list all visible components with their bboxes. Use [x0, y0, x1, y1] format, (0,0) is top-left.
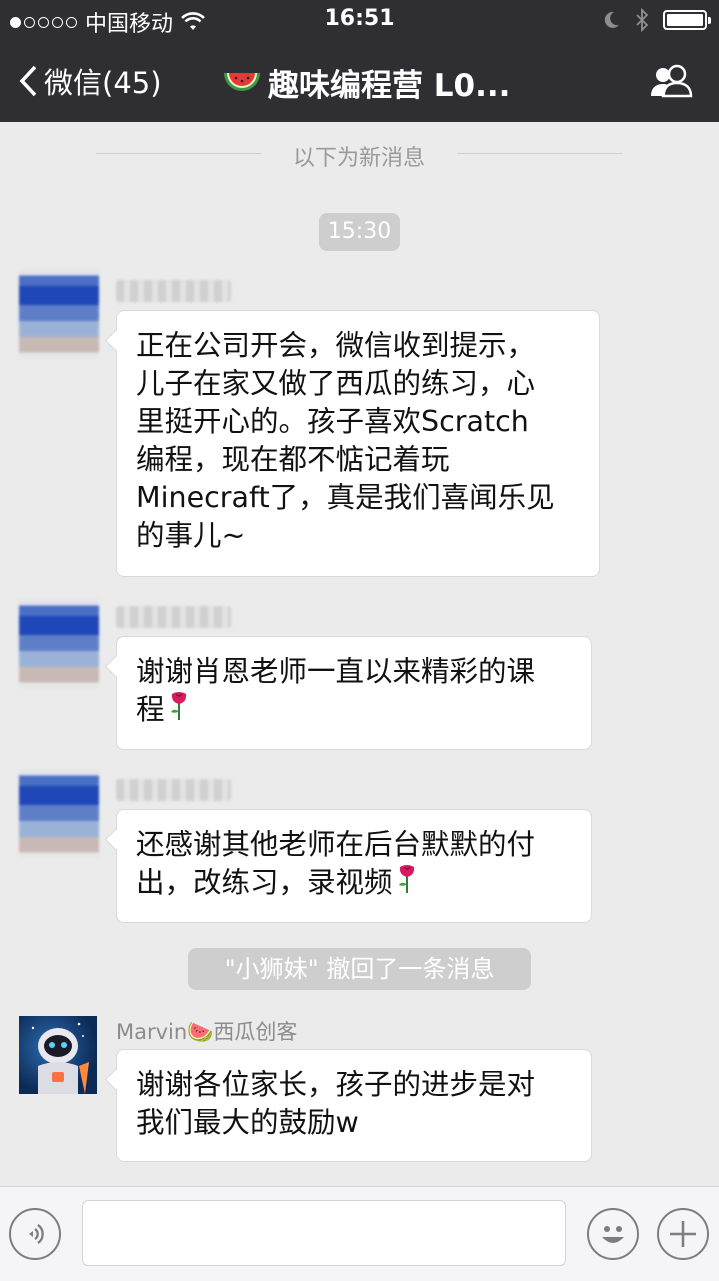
rose-icon [397, 864, 417, 904]
avatar[interactable] [19, 770, 99, 858]
plus-icon [670, 1221, 696, 1247]
bluetooth-icon [636, 8, 649, 32]
status-bar: 中国移动 16:51 [0, 0, 719, 40]
new-messages-divider: 以下为新消息 [96, 138, 622, 171]
message-text: 谢谢各位家长，孩子的进步是对 我们最大的鼓励w [136, 1068, 536, 1139]
divider-line [457, 153, 622, 154]
chat-header: 微信(45) 趣味编程营 L0... [0, 40, 719, 122]
message-bubble[interactable]: 正在公司开会，微信收到提示， 儿子在家又做了西瓜的练习，心 里挺开心的。孩子喜欢… [116, 310, 600, 577]
chat-title: 趣味编程营 L0... [222, 60, 510, 105]
message-bubble[interactable]: 还感谢其他老师在后台默默的付 出，改练习，录视频 [116, 809, 592, 923]
avatar[interactable] [19, 600, 99, 688]
rose-icon [169, 691, 189, 731]
sender-name-blurred [116, 606, 231, 628]
timestamp-badge: 15:30 [319, 213, 400, 251]
new-messages-label: 以下为新消息 [292, 146, 425, 171]
chat-title-text: 趣味编程营 L0... [268, 68, 511, 104]
sender-name: Marvin🍉西瓜创客 [116, 1020, 298, 1044]
input-bar [0, 1186, 719, 1281]
emoji-face-icon [602, 1226, 624, 1243]
moon-icon [604, 11, 619, 28]
message-bubble[interactable]: 谢谢肖恩老师一直以来精彩的课 程 [116, 636, 592, 750]
status-right [601, 8, 711, 32]
voice-button[interactable] [9, 1208, 61, 1260]
message-input[interactable] [82, 1200, 566, 1266]
voice-icon [29, 1224, 44, 1244]
watermelon-icon [224, 72, 260, 91]
more-button[interactable] [657, 1208, 709, 1260]
message-text: 谢谢肖恩老师一直以来精彩的课 程 [136, 655, 536, 726]
chevron-left-icon [19, 65, 37, 97]
battery-icon [663, 10, 711, 30]
sender-name-blurred [116, 779, 231, 801]
avatar[interactable] [19, 1016, 97, 1094]
group-members-button[interactable] [649, 64, 695, 102]
back-label: 微信(45) [44, 66, 162, 100]
avatar[interactable] [19, 270, 99, 358]
message-text: 还感谢其他老师在后台默默的付 出，改练习，录视频 [136, 828, 536, 899]
emoji-button[interactable] [587, 1208, 639, 1260]
sender-name-blurred [116, 280, 231, 302]
message-bubble[interactable]: 谢谢各位家长，孩子的进步是对 我们最大的鼓励w [116, 1049, 592, 1162]
group-members-icon [651, 64, 693, 98]
message-text: 正在公司开会，微信收到提示， 儿子在家又做了西瓜的练习，心 里挺开心的。孩子喜欢… [136, 329, 555, 552]
recall-notice: "小狮妹" 撤回了一条消息 [188, 948, 531, 990]
back-button[interactable]: 微信(45) [18, 60, 162, 102]
astronaut-avatar-icon [31, 1022, 89, 1094]
